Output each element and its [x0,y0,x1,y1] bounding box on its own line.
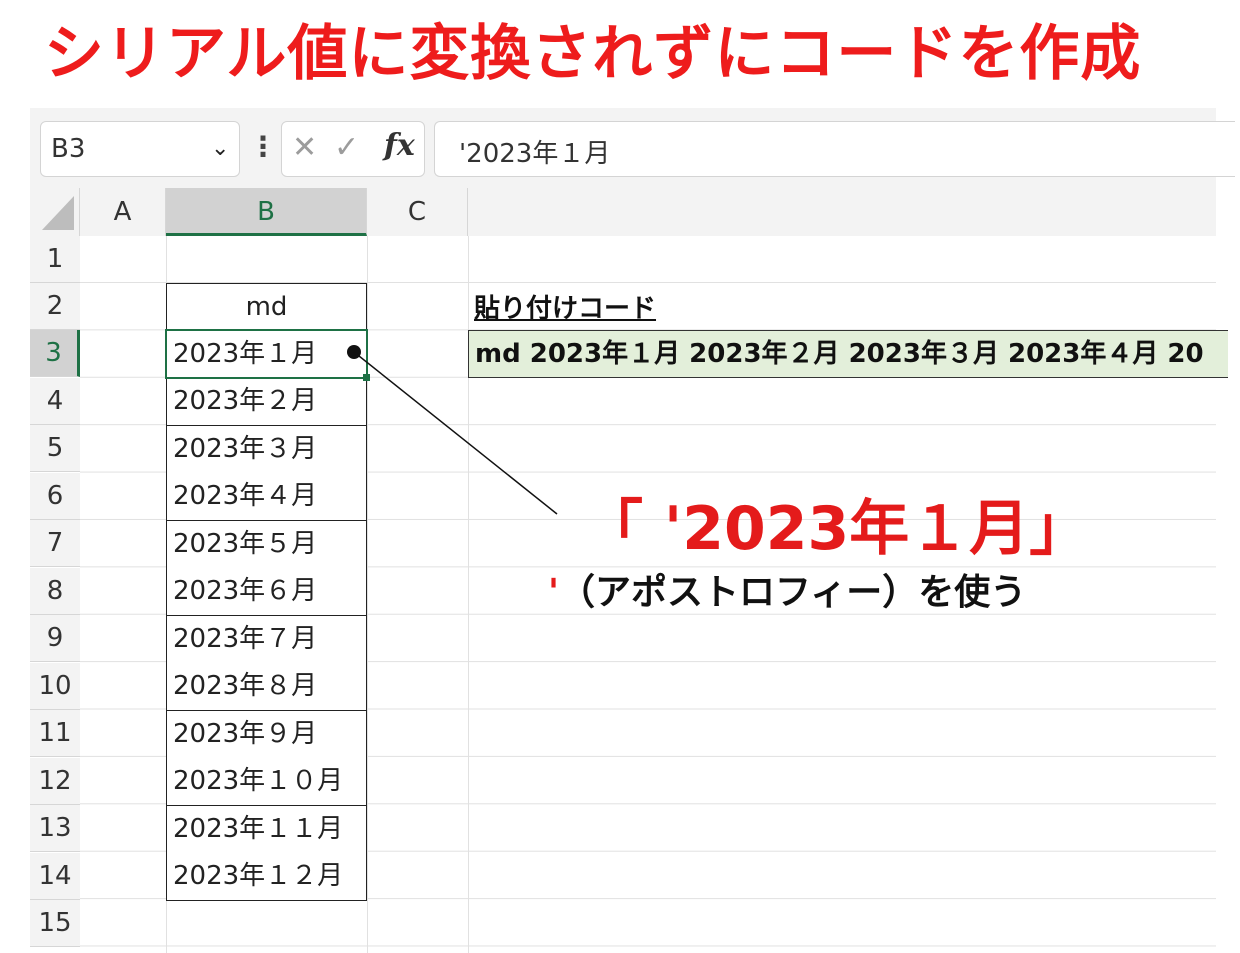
row-header-12[interactable]: 12 [30,758,80,805]
cell-b6[interactable]: 2023年４月 [166,473,367,521]
row-header-11[interactable]: 11 [30,710,80,757]
cell-b12[interactable]: 2023年１０月 [166,758,367,806]
callout-main-text: 「 '2023年１月」 [583,494,1090,564]
column-header-b[interactable]: B [166,188,367,236]
row-header-2[interactable]: 2 [30,283,80,330]
apostrophe-mark: ' [548,572,560,613]
name-box[interactable]: B3 ⌄ [40,121,240,177]
row-header-13[interactable]: 13 [30,805,80,852]
cell-b9[interactable]: 2023年７月 [166,616,367,664]
callout-sub-text: '（アポストロフィー）を使う [548,570,1026,616]
enter-icon[interactable]: ✓ [334,130,359,165]
cell-b10[interactable]: 2023年８月 [166,663,367,711]
formula-value: '2023年１月 [459,139,611,169]
select-all-triangle-icon [42,196,74,230]
row-header-4[interactable]: 4 [30,378,80,425]
row-header-6[interactable]: 6 [30,473,80,520]
cell-b8[interactable]: 2023年６月 [166,568,367,616]
paste-code-cell[interactable]: md 2023年１月 2023年２月 2023年３月 2023年４月 20 [468,330,1228,378]
active-cell-border [165,329,368,379]
row-header-3[interactable]: 3 [30,330,80,377]
more-options-icon[interactable]: ⋮ [249,130,277,163]
cell-b13[interactable]: 2023年１１月 [166,806,367,854]
callout-sub-label: （アポストロフィー）を使う [559,572,1027,613]
formula-buttons: ✕ ✓ fx [281,121,425,177]
page-headline: シリアル値に変換されずにコードを作成 [44,19,1142,89]
name-box-value: B3 [51,134,86,164]
row-header-5[interactable]: 5 [30,425,80,472]
cell-b14[interactable]: 2023年１２月 [166,853,367,901]
cancel-icon[interactable]: ✕ [292,130,317,165]
column-header-a[interactable]: A [80,188,166,236]
row-header-14[interactable]: 14 [30,853,80,900]
row-header-10[interactable]: 10 [30,663,80,710]
fill-handle[interactable] [363,374,370,381]
row-header-8[interactable]: 8 [30,568,80,615]
cell-b2-header[interactable]: md [166,283,367,331]
insert-function-icon[interactable]: fx [384,128,415,163]
cell-b7[interactable]: 2023年５月 [166,521,367,569]
cell-b4[interactable]: 2023年２月 [166,378,367,426]
column-header-d[interactable] [468,188,1216,236]
column-header-c[interactable]: C [367,188,468,236]
paste-code-label: 貼り付けコード [474,294,657,324]
formula-input[interactable]: '2023年１月 [434,121,1235,177]
cell-b11[interactable]: 2023年９月 [166,711,367,759]
row-header-9[interactable]: 9 [30,615,80,662]
chevron-down-icon[interactable]: ⌄ [211,136,229,161]
row-header-7[interactable]: 7 [30,520,80,567]
row-header-1[interactable]: 1 [30,236,80,283]
row-header-15[interactable]: 15 [30,900,80,947]
cell-b5[interactable]: 2023年３月 [166,426,367,474]
